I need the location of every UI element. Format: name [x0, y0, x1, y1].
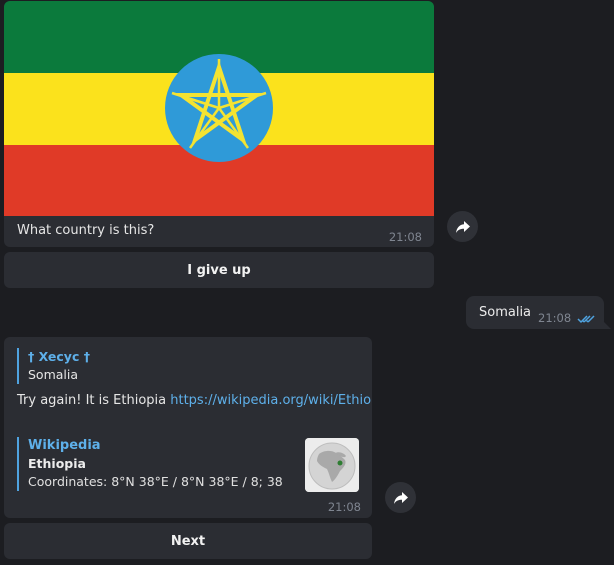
message-text-prefix: Try again! It is Ethiopia: [17, 393, 167, 408]
outgoing-message: Somalia 21:08: [466, 296, 604, 329]
reply-quote[interactable]: † Xecyc † Somalia: [17, 348, 90, 384]
quote-author: † Xecyc †: [28, 349, 90, 364]
wikipedia-link[interactable]: https://wikipedia.org/wiki/Ethiopia: [170, 393, 372, 408]
share-arrow-icon: [393, 491, 408, 504]
give-up-button[interactable]: I give up: [4, 252, 434, 288]
share-arrow-icon: [455, 220, 470, 233]
outgoing-text: Somalia: [479, 305, 532, 320]
bubble-tail: [603, 321, 611, 329]
message-time: 21:08: [538, 311, 572, 325]
message-time: 21:08: [327, 500, 361, 514]
share-button[interactable]: [447, 211, 478, 242]
flag-image[interactable]: [4, 1, 434, 216]
message-time: 21:08: [388, 230, 422, 244]
next-button[interactable]: Next: [4, 523, 372, 559]
photo-message: What country is this? 21:08: [4, 1, 434, 247]
reply-message: † Xecyc † Somalia Try again! It is Ethio…: [4, 337, 372, 518]
quote-text: Somalia: [28, 367, 79, 382]
photo-caption: What country is this?: [17, 223, 155, 238]
double-check-icon: [577, 309, 595, 328]
preview-thumbnail[interactable]: [305, 438, 359, 492]
message-text: Try again! It is Ethiopia https://wikipe…: [17, 393, 372, 408]
share-button[interactable]: [385, 482, 416, 513]
